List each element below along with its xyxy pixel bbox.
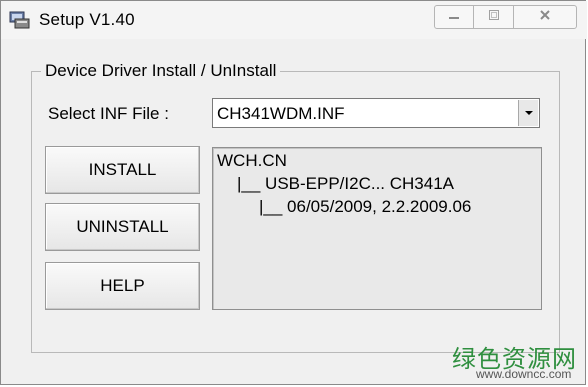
title-bar[interactable]: Setup V1.40 [1,1,587,39]
help-button[interactable]: HELP [45,262,200,310]
maximize-button[interactable] [473,5,514,29]
inf-file-value: CH341WDM.INF [217,104,345,123]
info-vendor: WCH.CN [217,151,287,170]
installer-icon [9,10,31,30]
uninstall-button[interactable]: UNINSTALL [45,203,200,251]
setup-window: Setup V1.40 Device Driver Install / UnIn… [0,0,587,385]
install-button[interactable]: INSTALL [45,146,200,194]
info-version: |__ 06/05/2009, 2.2.2009.06 [259,197,472,216]
inf-file-label: Select INF File : [48,104,169,123]
group-label: Device Driver Install / UnInstall [41,61,281,81]
inf-file-select[interactable]: CH341WDM.INF [212,98,540,128]
maximize-icon [488,8,500,26]
chevron-down-icon[interactable] [518,100,538,126]
window-title: Setup V1.40 [39,10,135,29]
info-device: |__ USB-EPP/I2C... CH341A [237,174,455,193]
driver-info-panel: WCH.CN |__ USB-EPP/I2C... CH341A |__ 06/… [212,147,542,310]
watermark-url: www.downcc.com [476,367,572,381]
close-icon [539,8,551,26]
close-button[interactable] [513,5,577,29]
minimize-button[interactable] [434,5,474,29]
minimize-icon [448,8,460,26]
